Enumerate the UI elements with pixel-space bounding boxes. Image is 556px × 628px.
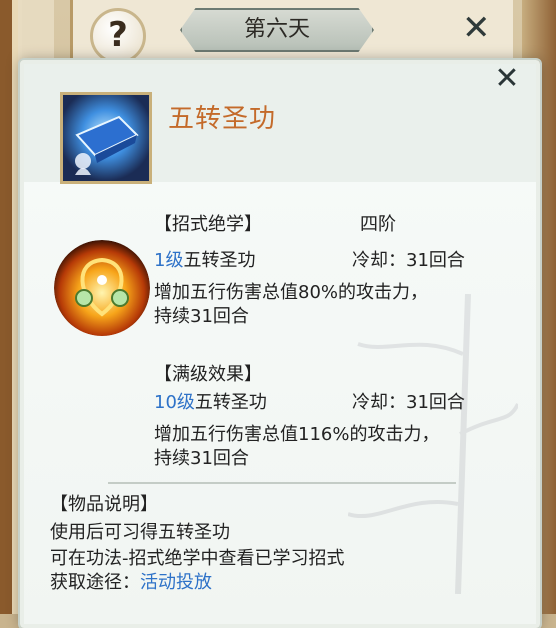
source-value[interactable]: 活动投放 [140, 572, 212, 593]
max-section-label: 【满级效果】 [154, 364, 262, 385]
skill-tier: 四阶 [360, 214, 396, 235]
item-desc-line2: 可在功法-招式绝学中查看已学习招式 [50, 548, 345, 569]
item-book-icon [60, 92, 152, 184]
source-line: 获取途径：活动投放 [50, 570, 212, 596]
max-level: 10级 [154, 392, 195, 413]
help-icon[interactable]: ? [90, 8, 146, 64]
background-close-icon[interactable]: ✕ [462, 8, 491, 48]
source-label: 获取途径： [50, 572, 140, 593]
item-tooltip: ✕ 五转圣功 【招式绝学】 四阶 1级五转圣功 冷却：31回合 增加五行伤害总值… [20, 60, 540, 628]
current-skill-name: 五转圣功 [183, 250, 256, 271]
day-title-banner: 第六天 [180, 8, 374, 52]
max-skill-line: 10级五转圣功 [154, 390, 267, 416]
current-description-line1: 增加五行伤害总值80%的攻击力， [154, 282, 429, 303]
item-name: 五转圣功 [168, 104, 277, 134]
skill-section-label: 【招式绝学】 [154, 214, 262, 235]
item-desc-label: 【物品说明】 [50, 494, 158, 515]
max-description-line1: 增加五行伤害总值116%的攻击力， [154, 424, 440, 445]
current-skill-line: 1级五转圣功 [154, 248, 255, 274]
item-desc-line1: 使用后可习得五转圣功 [50, 522, 230, 543]
max-cooldown: 冷却：31回合 [352, 392, 465, 413]
skill-icon [54, 240, 150, 336]
current-description-line2: 持续31回合 [154, 306, 249, 327]
max-skill-name: 五转圣功 [194, 392, 267, 413]
section-divider [108, 482, 456, 484]
close-icon[interactable]: ✕ [492, 64, 522, 94]
current-cooldown: 冷却：31回合 [352, 250, 465, 271]
current-level: 1级 [154, 250, 184, 271]
max-description-line2: 持续31回合 [154, 448, 249, 469]
